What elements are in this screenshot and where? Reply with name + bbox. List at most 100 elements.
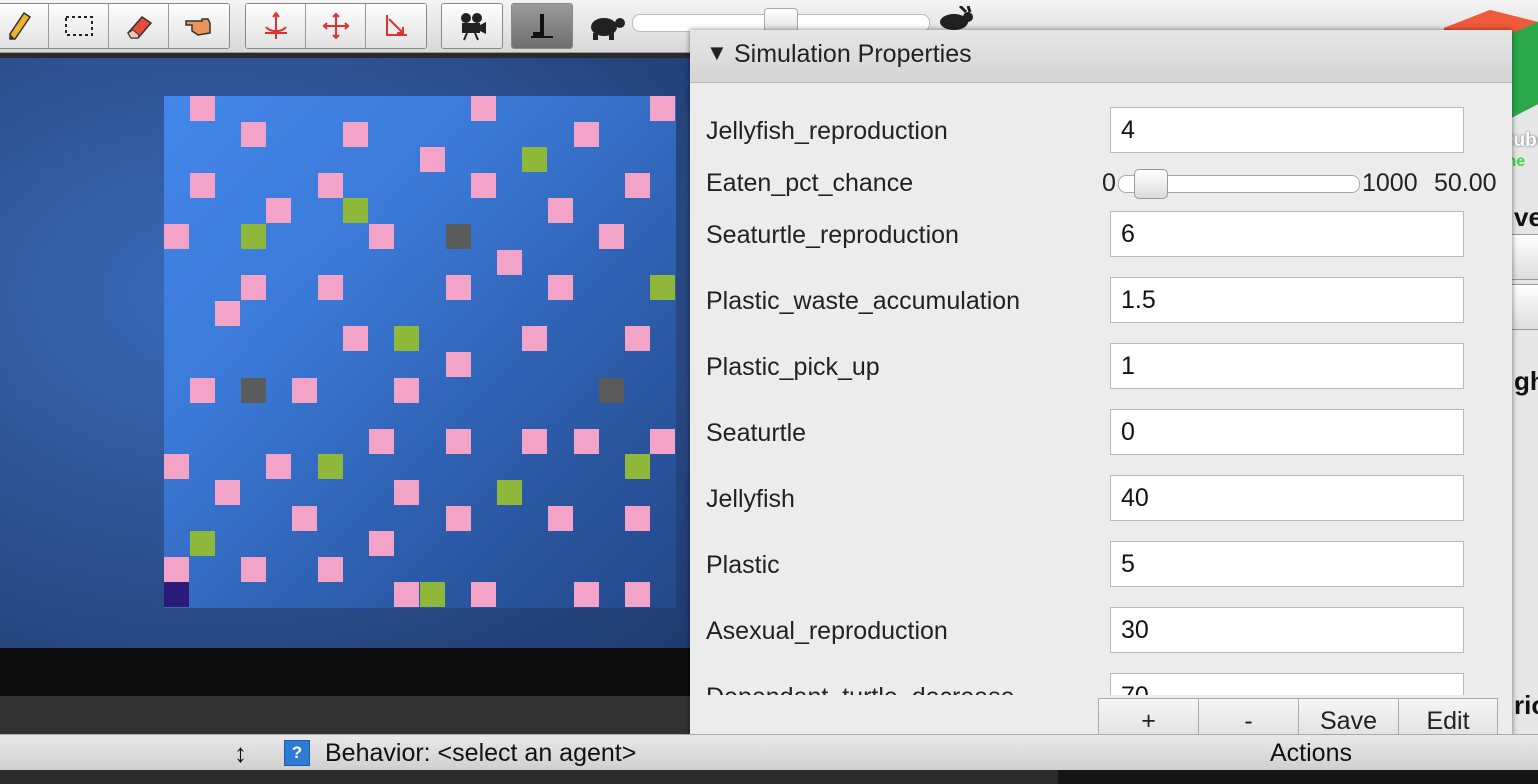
property-input-plastic-waste-accumulation[interactable]: [1110, 277, 1464, 323]
jellyfish-agent-cell[interactable]: [292, 505, 317, 531]
world-footer-band: [0, 648, 690, 696]
jellyfish-agent-cell[interactable]: [471, 96, 497, 121]
property-input-plastic-pick-up[interactable]: [1110, 343, 1464, 389]
jellyfish-agent-cell[interactable]: [522, 326, 548, 352]
plastic-agent-cell[interactable]: [445, 224, 471, 249]
jellyfish-agent-cell[interactable]: [317, 172, 343, 198]
jellyfish-agent-cell[interactable]: [343, 121, 369, 147]
jellyfish-agent-cell[interactable]: [548, 505, 573, 531]
jellyfish-agent-cell[interactable]: [317, 275, 343, 301]
property-input-jellyfish[interactable]: [1110, 475, 1464, 521]
jellyfish-agent-cell[interactable]: [215, 300, 241, 326]
jellyfish-agent-cell[interactable]: [164, 454, 189, 480]
rotate-view-button[interactable]: [246, 4, 306, 48]
property-label-plastic: Plastic: [706, 551, 780, 579]
seaturtle-agent-cell[interactable]: [394, 326, 420, 352]
plastic-agent-cell[interactable]: [240, 377, 266, 403]
jellyfish-agent-cell[interactable]: [368, 531, 394, 557]
property-input-dependant-turtle-decrease[interactable]: [1110, 673, 1464, 695]
property-input-seaturtle-reproduction[interactable]: [1110, 211, 1464, 257]
seaturtle-agent-cell[interactable]: [650, 275, 676, 301]
behavior-label: Behavior: <select an agent>: [325, 739, 637, 767]
jellyfish-agent-cell[interactable]: [624, 326, 650, 352]
world-grid[interactable]: [164, 96, 676, 608]
jellyfish-agent-cell[interactable]: [573, 582, 599, 608]
property-input-plastic[interactable]: [1110, 541, 1464, 587]
jellyfish-agent-cell[interactable]: [266, 198, 292, 224]
seaturtle-agent-cell[interactable]: [522, 147, 548, 173]
jellyfish-agent-cell[interactable]: [548, 275, 573, 301]
jellyfish-agent-cell[interactable]: [343, 326, 369, 352]
jellyfish-agent-cell[interactable]: [650, 96, 676, 121]
jellyfish-agent-cell[interactable]: [471, 172, 497, 198]
pencil-tool-button[interactable]: [0, 4, 49, 48]
hand-tool-button[interactable]: [169, 4, 229, 48]
jellyfish-agent-cell[interactable]: [394, 377, 420, 403]
jellyfish-agent-cell[interactable]: [445, 428, 471, 454]
edge-text-a: ver: [1514, 202, 1538, 232]
jellyfish-agent-cell[interactable]: [624, 505, 650, 531]
jellyfish-agent-cell[interactable]: [189, 377, 215, 403]
dark-agent-agent-cell[interactable]: [164, 582, 189, 608]
jellyfish-agent-cell[interactable]: [164, 224, 189, 249]
pencil-icon: [8, 11, 31, 40]
jellyfish-agent-cell[interactable]: [292, 377, 317, 403]
jellyfish-agent-cell[interactable]: [317, 556, 343, 582]
jellyfish-agent-cell[interactable]: [240, 121, 266, 147]
jellyfish-agent-cell[interactable]: [471, 582, 497, 608]
seaturtle-agent-cell[interactable]: [317, 454, 343, 480]
property-input-asexual-reproduction[interactable]: [1110, 607, 1464, 653]
eaten-pct-chance-slider-thumb[interactable]: [1133, 169, 1168, 199]
collapse-triangle-icon[interactable]: ▼: [706, 40, 728, 66]
jellyfish-agent-cell[interactable]: [394, 480, 420, 505]
view-tools-group: [245, 3, 427, 49]
resize-view-button[interactable]: [366, 4, 426, 48]
panel-header[interactable]: ▼ Simulation Properties: [690, 30, 1512, 83]
turtle-icon: [591, 18, 625, 40]
jellyfish-agent-cell[interactable]: [522, 428, 548, 454]
marquee-tool-button[interactable]: [49, 4, 109, 48]
jellyfish-agent-cell[interactable]: [599, 224, 625, 249]
seaturtle-agent-cell[interactable]: [496, 480, 522, 505]
plastic-agent-cell[interactable]: [599, 377, 625, 403]
jellyfish-agent-cell[interactable]: [189, 96, 215, 121]
jellyfish-agent-cell[interactable]: [368, 224, 394, 249]
stop-button[interactable]: [512, 4, 572, 48]
jellyfish-agent-cell[interactable]: [624, 172, 650, 198]
camera-icon: [461, 13, 486, 41]
jellyfish-agent-cell[interactable]: [164, 556, 189, 582]
jellyfish-agent-cell[interactable]: [445, 505, 471, 531]
eraser-tool-button[interactable]: [109, 4, 169, 48]
jellyfish-agent-cell[interactable]: [215, 480, 241, 505]
jellyfish-agent-cell[interactable]: [368, 428, 394, 454]
jellyfish-agent-cell[interactable]: [394, 582, 420, 608]
edge-text-b: gh: [1514, 366, 1538, 396]
properties-list[interactable]: Jellyfish_reproduction Eaten_pct_chance …: [690, 83, 1512, 695]
jellyfish-agent-cell[interactable]: [624, 582, 650, 608]
seaturtle-agent-cell[interactable]: [420, 582, 445, 608]
camera-button[interactable]: [442, 4, 502, 48]
vertical-resize-icon[interactable]: ↕: [234, 738, 247, 769]
help-icon[interactable]: ?: [284, 740, 310, 766]
jellyfish-agent-cell[interactable]: [573, 428, 599, 454]
property-input-seaturtle[interactable]: [1110, 409, 1464, 455]
move-view-button[interactable]: [306, 4, 366, 48]
seaturtle-agent-cell[interactable]: [240, 224, 266, 249]
seaturtle-agent-cell[interactable]: [343, 198, 369, 224]
jellyfish-agent-cell[interactable]: [548, 198, 573, 224]
actions-label: Actions: [1270, 739, 1352, 767]
seaturtle-agent-cell[interactable]: [624, 454, 650, 480]
jellyfish-agent-cell[interactable]: [445, 275, 471, 301]
stop-icon: [531, 14, 553, 38]
jellyfish-agent-cell[interactable]: [420, 147, 445, 173]
jellyfish-agent-cell[interactable]: [445, 352, 471, 377]
seaturtle-agent-cell[interactable]: [189, 531, 215, 557]
jellyfish-agent-cell[interactable]: [573, 121, 599, 147]
jellyfish-agent-cell[interactable]: [240, 556, 266, 582]
jellyfish-agent-cell[interactable]: [650, 428, 676, 454]
jellyfish-agent-cell[interactable]: [240, 275, 266, 301]
jellyfish-agent-cell[interactable]: [266, 454, 292, 480]
jellyfish-agent-cell[interactable]: [496, 249, 522, 275]
jellyfish-agent-cell[interactable]: [189, 172, 215, 198]
property-input-jellyfish-reproduction[interactable]: [1110, 107, 1464, 153]
